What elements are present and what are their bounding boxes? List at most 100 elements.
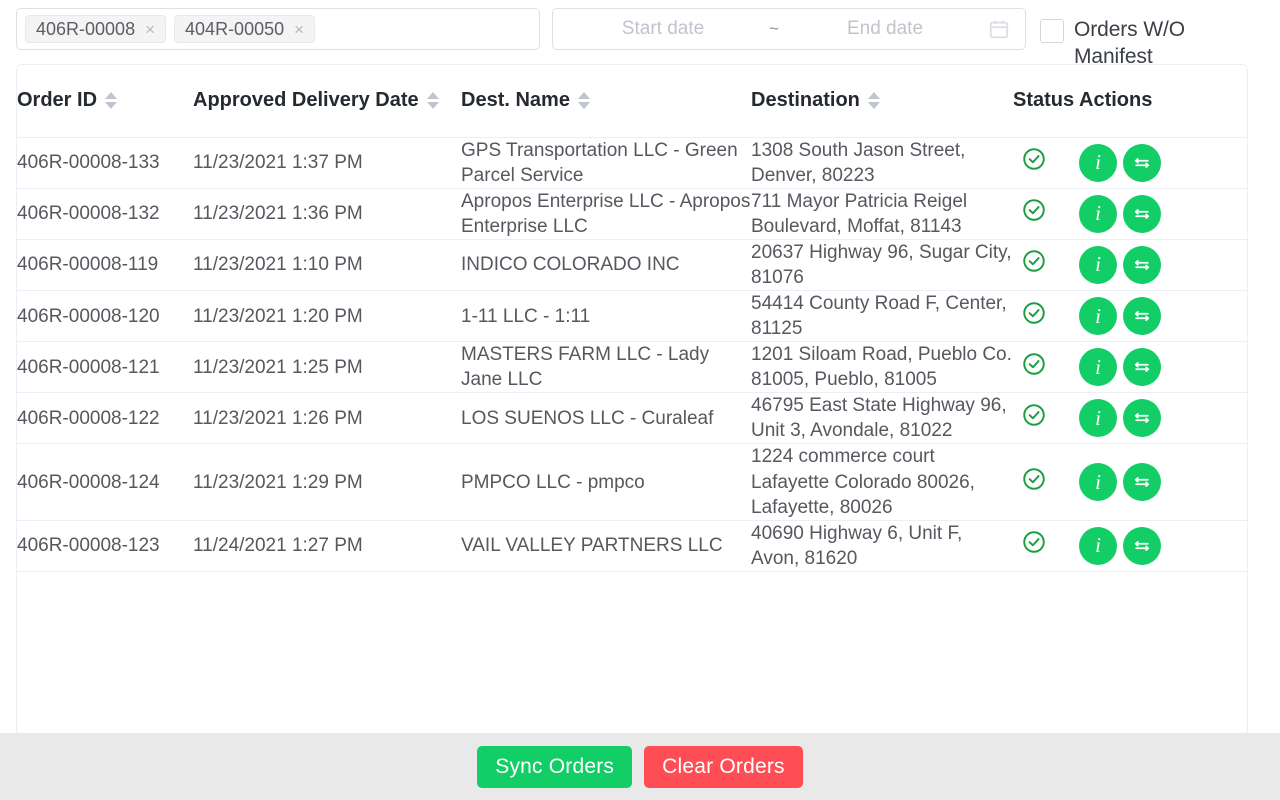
cell-status: [1013, 444, 1079, 520]
tag-chip[interactable]: 404R-00050 ×: [174, 15, 315, 43]
info-icon[interactable]: i: [1079, 463, 1117, 501]
cell-actions: i: [1079, 342, 1248, 393]
cell-order-id: 406R-00008-120: [17, 290, 193, 341]
sync-orders-button[interactable]: Sync Orders: [477, 746, 632, 788]
date-range-picker[interactable]: Start date ~ End date: [552, 8, 1026, 50]
column-header-approved-delivery-date[interactable]: Approved Delivery Date: [193, 65, 461, 137]
status-check-icon: [1021, 402, 1047, 428]
cell-approved-delivery-date: 11/23/2021 1:10 PM: [193, 239, 461, 290]
column-label: Approved Delivery Date: [193, 88, 419, 114]
cell-destination: 40690 Highway 6, Unit F, Avon, 81620: [751, 520, 1013, 571]
cell-order-id: 406R-00008-119: [17, 239, 193, 290]
swap-icon[interactable]: [1123, 527, 1161, 565]
info-icon[interactable]: i: [1079, 144, 1117, 182]
checkbox-label: Orders W/O Manifest: [1074, 17, 1255, 71]
cell-dest-name: INDICO COLORADO INC: [461, 239, 751, 290]
cell-destination: 1308 South Jason Street, Denver, 80223: [751, 137, 1013, 188]
swap-icon[interactable]: [1123, 246, 1161, 284]
cell-destination: 711 Mayor Patricia Reigel Boulevard, Mof…: [751, 188, 1013, 239]
cell-destination: 46795 East State Highway 96, Unit 3, Avo…: [751, 393, 1013, 444]
swap-icon[interactable]: [1123, 144, 1161, 182]
column-label: Actions: [1079, 88, 1152, 114]
cell-order-id: 406R-00008-124: [17, 444, 193, 520]
cell-status: [1013, 188, 1079, 239]
filter-bar: 406R-00008 × 404R-00050 × Start date ~ E…: [0, 0, 1280, 60]
cell-status: [1013, 393, 1079, 444]
table-row[interactable]: 406R-00008-11911/23/2021 1:10 PMINDICO C…: [17, 239, 1248, 290]
cell-approved-delivery-date: 11/23/2021 1:29 PM: [193, 444, 461, 520]
info-icon[interactable]: i: [1079, 246, 1117, 284]
info-icon[interactable]: i: [1079, 195, 1117, 233]
cell-dest-name: PMPCO LLC - pmpco: [461, 444, 751, 520]
cell-actions: i: [1079, 444, 1248, 520]
info-icon[interactable]: i: [1079, 297, 1117, 335]
cell-actions: i: [1079, 520, 1248, 571]
start-date-input[interactable]: Start date: [567, 18, 759, 40]
cell-dest-name: 1-11 LLC - 1:11: [461, 290, 751, 341]
swap-icon[interactable]: [1123, 348, 1161, 386]
table-row[interactable]: 406R-00008-13211/23/2021 1:36 PMApropos …: [17, 188, 1248, 239]
close-icon[interactable]: ×: [294, 21, 304, 38]
table-row[interactable]: 406R-00008-12111/23/2021 1:25 PMMASTERS …: [17, 342, 1248, 393]
orders-page: 406R-00008 × 404R-00050 × Start date ~ E…: [0, 0, 1280, 800]
cell-dest-name: MASTERS FARM LLC - Lady Jane LLC: [461, 342, 751, 393]
cell-dest-name: LOS SUENOS LLC - Curaleaf: [461, 393, 751, 444]
sort-icon[interactable]: [868, 89, 881, 113]
table-row[interactable]: 406R-00008-12011/23/2021 1:20 PM1-11 LLC…: [17, 290, 1248, 341]
column-label: Order ID: [17, 88, 97, 114]
cell-order-id: 406R-00008-122: [17, 393, 193, 444]
close-icon[interactable]: ×: [145, 21, 155, 38]
cell-approved-delivery-date: 11/23/2021 1:26 PM: [193, 393, 461, 444]
checkbox-box[interactable]: [1040, 19, 1064, 43]
orders-table-card: Order ID Approved Delivery Date Dest. Na…: [16, 64, 1248, 736]
calendar-icon[interactable]: [987, 17, 1011, 41]
column-header-dest-name[interactable]: Dest. Name: [461, 65, 751, 137]
table-row[interactable]: 406R-00008-12211/23/2021 1:26 PMLOS SUEN…: [17, 393, 1248, 444]
info-icon[interactable]: i: [1079, 348, 1117, 386]
cell-destination: 1201 Siloam Road, Pueblo Co. 81005, Pueb…: [751, 342, 1013, 393]
table-head: Order ID Approved Delivery Date Dest. Na…: [17, 65, 1248, 137]
status-check-icon: [1021, 300, 1047, 326]
status-check-icon: [1021, 529, 1047, 555]
cell-dest-name: Apropos Enterprise LLC - Apropos Enterpr…: [461, 188, 751, 239]
orders-wo-manifest-checkbox[interactable]: Orders W/O Manifest: [1040, 8, 1255, 71]
table-row[interactable]: 406R-00008-13311/23/2021 1:37 PMGPS Tran…: [17, 137, 1248, 188]
tag-label: 404R-00050: [185, 19, 284, 40]
swap-icon[interactable]: [1123, 399, 1161, 437]
swap-icon[interactable]: [1123, 195, 1161, 233]
sort-icon[interactable]: [105, 89, 118, 113]
cell-approved-delivery-date: 11/23/2021 1:25 PM: [193, 342, 461, 393]
cell-approved-delivery-date: 11/23/2021 1:37 PM: [193, 137, 461, 188]
sort-icon[interactable]: [578, 89, 591, 113]
tag-chip[interactable]: 406R-00008 ×: [25, 15, 166, 43]
cell-dest-name: VAIL VALLEY PARTNERS LLC: [461, 520, 751, 571]
end-date-input[interactable]: End date: [789, 18, 981, 40]
cell-status: [1013, 520, 1079, 571]
cell-status: [1013, 137, 1079, 188]
swap-icon[interactable]: [1123, 297, 1161, 335]
cell-order-id: 406R-00008-133: [17, 137, 193, 188]
column-header-order-id[interactable]: Order ID: [17, 65, 193, 137]
date-range-separator: ~: [759, 19, 789, 39]
cell-order-id: 406R-00008-123: [17, 520, 193, 571]
info-icon[interactable]: i: [1079, 399, 1117, 437]
swap-icon[interactable]: [1123, 463, 1161, 501]
table-body: 406R-00008-13311/23/2021 1:37 PMGPS Tran…: [17, 137, 1248, 571]
footer-action-bar: Sync Orders Clear Orders: [0, 733, 1280, 800]
table-row[interactable]: 406R-00008-12311/24/2021 1:27 PMVAIL VAL…: [17, 520, 1248, 571]
sort-icon[interactable]: [427, 89, 440, 113]
cell-approved-delivery-date: 11/23/2021 1:36 PM: [193, 188, 461, 239]
status-check-icon: [1021, 146, 1047, 172]
column-header-destination[interactable]: Destination: [751, 65, 1013, 137]
cell-actions: i: [1079, 393, 1248, 444]
cell-destination: 54414 County Road F, Center, 81125: [751, 290, 1013, 341]
status-check-icon: [1021, 351, 1047, 377]
column-header-actions: Actions: [1079, 65, 1248, 137]
table-row[interactable]: 406R-00008-12411/23/2021 1:29 PMPMPCO LL…: [17, 444, 1248, 520]
cell-actions: i: [1079, 290, 1248, 341]
orders-table: Order ID Approved Delivery Date Dest. Na…: [17, 65, 1248, 572]
order-id-tags-input[interactable]: 406R-00008 × 404R-00050 ×: [16, 8, 540, 50]
cell-status: [1013, 342, 1079, 393]
info-icon[interactable]: i: [1079, 527, 1117, 565]
clear-orders-button[interactable]: Clear Orders: [644, 746, 803, 788]
